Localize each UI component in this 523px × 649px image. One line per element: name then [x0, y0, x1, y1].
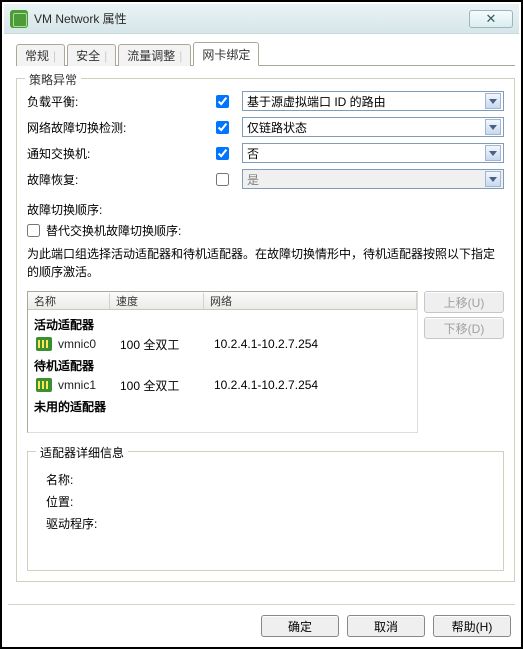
help-button[interactable]: 帮助(H)	[433, 615, 511, 637]
nic-name: vmnic0	[58, 337, 120, 351]
adapter-details-legend: 适配器详细信息	[36, 444, 128, 461]
failover-detection-label: 网络故障切换检测:	[27, 119, 202, 136]
tab-bar: 常规| 安全| 流量调整| 网卡绑定	[16, 44, 515, 66]
adapter-details-group: 适配器详细信息 名称: 位置: 驱动程序:	[27, 451, 504, 571]
dialog-footer: 确定 取消 帮助(H)	[261, 615, 511, 637]
detail-driver-label: 驱动程序:	[46, 512, 493, 534]
cancel-button[interactable]: 取消	[347, 615, 425, 637]
notify-switches-override-checkbox[interactable]	[216, 147, 229, 160]
failover-note: 为此端口组选择活动适配器和待机适配器。在故障切换情形中，待机适配器按照以下指定的…	[27, 245, 504, 281]
list-item[interactable]: vmnic1 100 全双工 10.2.4.1-10.2.7.254	[32, 376, 417, 394]
tab-traffic-shaping[interactable]: 流量调整|	[118, 44, 191, 66]
notify-switches-select[interactable]: 否	[242, 143, 504, 163]
unused-adapters-title: 未用的适配器	[34, 398, 417, 415]
adapter-list-header: 名称 速度 网络	[28, 292, 417, 310]
app-logo-icon	[10, 10, 28, 28]
standby-adapters-title: 待机适配器	[34, 357, 417, 374]
failback-value: 是	[247, 171, 259, 188]
failover-detection-value: 仅链路状态	[247, 119, 307, 136]
move-up-button[interactable]: 上移(U)	[424, 291, 504, 313]
nic-name: vmnic1	[58, 378, 120, 392]
tab-security[interactable]: 安全|	[67, 44, 116, 66]
ok-button[interactable]: 确定	[261, 615, 339, 637]
failback-label: 故障恢复:	[27, 171, 202, 188]
chevron-down-icon	[485, 171, 501, 187]
failover-order-label: 故障切换顺序:	[27, 201, 504, 218]
tab-general[interactable]: 常规|	[16, 44, 65, 66]
override-failover-order-checkbox[interactable]	[27, 224, 40, 237]
titlebar: VM Network 属性 ✕	[4, 4, 519, 34]
close-icon: ✕	[486, 11, 497, 27]
col-speed[interactable]: 速度	[110, 293, 204, 309]
detail-location-label: 位置:	[46, 490, 493, 512]
close-button[interactable]: ✕	[469, 10, 513, 28]
nic-speed: 100 全双工	[120, 377, 214, 394]
nic-network: 10.2.4.1-10.2.7.254	[214, 337, 417, 351]
load-balancing-override-checkbox[interactable]	[216, 95, 229, 108]
active-adapters-title: 活动适配器	[34, 316, 417, 333]
move-down-button[interactable]: 下移(D)	[424, 317, 504, 339]
failover-detection-select[interactable]: 仅链路状态	[242, 117, 504, 137]
failback-select: 是	[242, 169, 504, 189]
window-title: VM Network 属性	[34, 10, 469, 27]
policy-exceptions-group: 策略异常 负载平衡: 基于源虚拟端口 ID 的路由 网络故障切换检测: 仅链路状…	[16, 78, 515, 582]
load-balancing-label: 负载平衡:	[27, 93, 202, 110]
chevron-down-icon	[485, 145, 501, 161]
list-item[interactable]: vmnic0 100 全双工 10.2.4.1-10.2.7.254	[32, 335, 417, 353]
adapter-list[interactable]: 名称 速度 网络 活动适配器 vmnic0 100 全双工 10.2.4.1-1…	[27, 291, 418, 433]
nic-network: 10.2.4.1-10.2.7.254	[214, 378, 417, 392]
override-failover-order-label: 替代交换机故障切换顺序:	[46, 222, 181, 239]
detail-name-label: 名称:	[46, 468, 493, 490]
tab-nic-teaming[interactable]: 网卡绑定	[193, 42, 259, 66]
failback-override-checkbox[interactable]	[216, 173, 229, 186]
policy-exceptions-legend: 策略异常	[25, 71, 81, 88]
failover-detection-override-checkbox[interactable]	[216, 121, 229, 134]
nic-speed: 100 全双工	[120, 336, 214, 353]
chevron-down-icon	[485, 93, 501, 109]
notify-switches-label: 通知交换机:	[27, 145, 202, 162]
load-balancing-value: 基于源虚拟端口 ID 的路由	[247, 93, 386, 110]
col-network[interactable]: 网络	[204, 293, 417, 309]
chevron-down-icon	[485, 119, 501, 135]
nic-icon	[36, 378, 52, 392]
notify-switches-value: 否	[247, 145, 259, 162]
load-balancing-select[interactable]: 基于源虚拟端口 ID 的路由	[242, 91, 504, 111]
col-name[interactable]: 名称	[28, 293, 110, 309]
nic-icon	[36, 337, 52, 351]
